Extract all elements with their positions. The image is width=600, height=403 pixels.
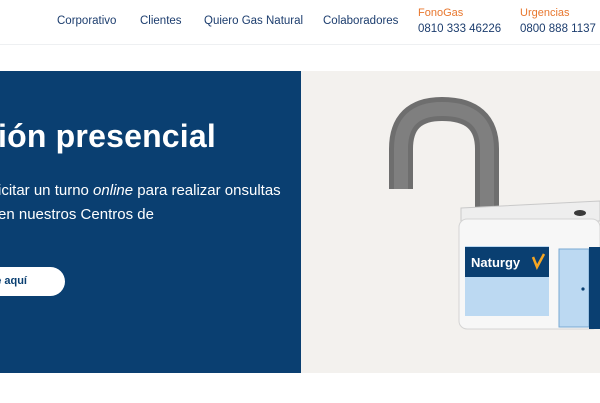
nav-colaboradores[interactable]: Colaboradores	[323, 15, 398, 27]
nav-clientes[interactable]: Clientes	[140, 15, 182, 27]
hero-illustration-panel: Naturgy	[301, 71, 600, 373]
hero-cta-label: e aquí	[0, 275, 27, 287]
hero-text-start: icitar un turno	[0, 182, 94, 199]
hero-title: ión presencial	[0, 118, 216, 154]
nav-quiero-gas-natural[interactable]: Quiero Gas Natural	[204, 15, 303, 27]
padlock-illustration: Naturgy	[389, 96, 600, 330]
illustration-brand-text: Naturgy	[471, 255, 521, 270]
contact-urgencias[interactable]: Urgencias 0800 888 1137	[520, 7, 596, 37]
hero-cta-button[interactable]: e aquí	[0, 267, 65, 296]
site-header: Corporativo Clientes Quiero Gas Natural …	[0, 0, 600, 44]
urgencias-label: Urgencias	[520, 7, 570, 19]
fonogas-phone[interactable]: 0810 333 46226	[418, 22, 501, 37]
contact-fonogas[interactable]: FonoGas 0810 333 46226	[418, 7, 501, 37]
header-divider	[0, 44, 600, 45]
fonogas-label: FonoGas	[418, 7, 464, 19]
hero-description: icitar un turno online para realizar ons…	[0, 179, 298, 227]
hero-banner-text: ión presencial icitar un turno online pa…	[0, 71, 301, 373]
urgencias-phone[interactable]: 0800 888 1137	[520, 22, 596, 37]
hero-text-online: online	[93, 182, 134, 199]
nav-corporativo[interactable]: Corporativo	[57, 15, 116, 27]
